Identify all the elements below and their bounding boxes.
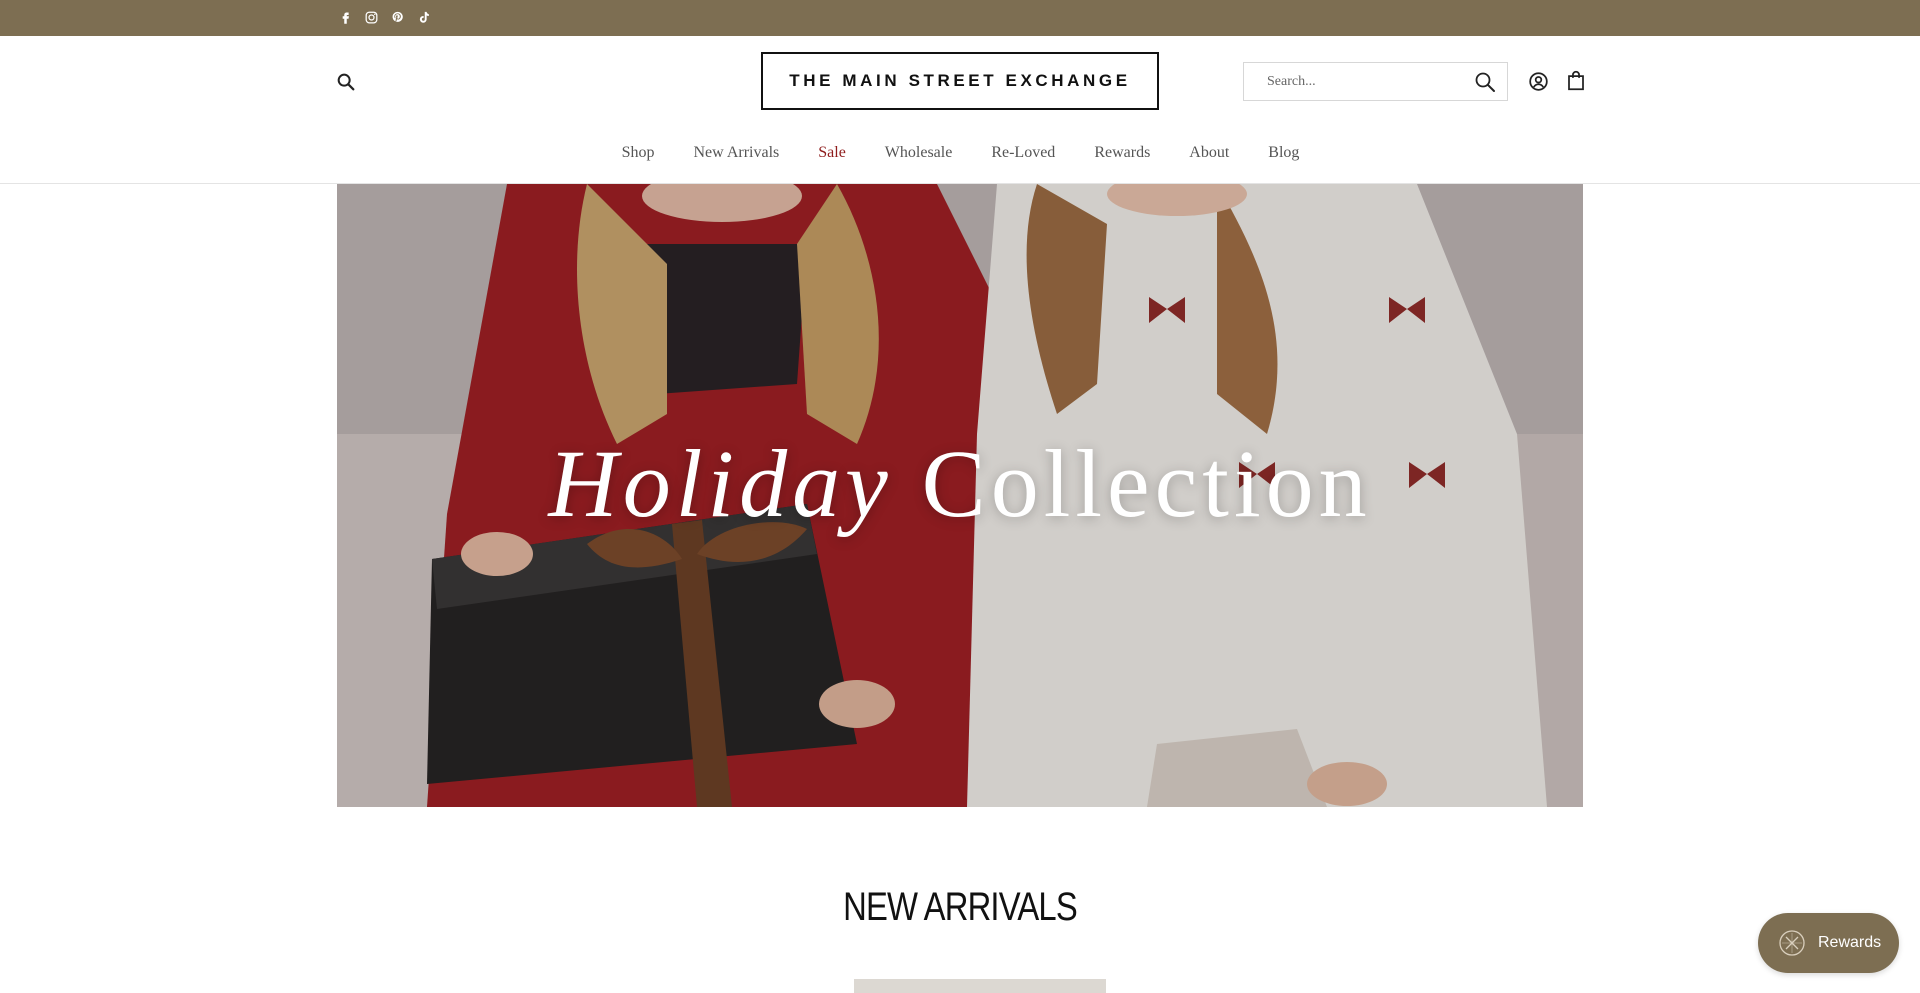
nav-item-about[interactable]: About	[1169, 144, 1248, 162]
nav-item-re-loved[interactable]: Re-Loved	[971, 144, 1074, 162]
search-icon[interactable]	[335, 71, 357, 93]
pinterest-icon[interactable]	[389, 8, 406, 27]
nav-item-new-arrivals[interactable]: New Arrivals	[673, 144, 798, 162]
hero-title: Holiday Collection	[337, 428, 1583, 539]
facebook-icon[interactable]	[337, 8, 354, 27]
main-navigation: Shop New Arrivals Sale Wholesale Re-Love…	[0, 144, 1920, 162]
account-icon[interactable]	[1528, 71, 1549, 92]
nav-item-sale[interactable]: Sale	[798, 144, 865, 162]
nav-item-rewards[interactable]: Rewards	[1074, 144, 1169, 162]
social-links	[337, 8, 432, 27]
hero-title-italic: Holiday	[548, 430, 893, 537]
rewards-launcher-button[interactable]: Rewards	[1758, 913, 1899, 973]
hero-title-regular: Collection	[921, 430, 1372, 537]
cart-icon[interactable]	[1567, 70, 1585, 91]
site-logo[interactable]: THE MAIN STREET EXCHANGE	[761, 52, 1159, 110]
site-header: THE MAIN STREET EXCHANGE Shop New Arriva…	[0, 36, 1920, 184]
search-input[interactable]	[1244, 63, 1464, 100]
nav-item-shop[interactable]: Shop	[602, 144, 674, 162]
search-submit-icon[interactable]	[1473, 70, 1497, 94]
search-form	[1243, 62, 1508, 101]
rewards-label: Rewards	[1818, 934, 1882, 951]
instagram-icon[interactable]	[363, 8, 380, 27]
new-arrivals-heading: NEW ARRIVALS	[843, 885, 1078, 929]
nav-item-wholesale[interactable]: Wholesale	[865, 144, 972, 162]
announcement-bar	[0, 0, 1920, 36]
product-card-image[interactable]	[854, 979, 1106, 993]
nav-item-blog[interactable]: Blog	[1248, 144, 1318, 162]
rewards-icon	[1779, 930, 1805, 956]
tiktok-icon[interactable]	[415, 8, 432, 27]
hero-banner[interactable]: Holiday Collection	[337, 184, 1583, 807]
